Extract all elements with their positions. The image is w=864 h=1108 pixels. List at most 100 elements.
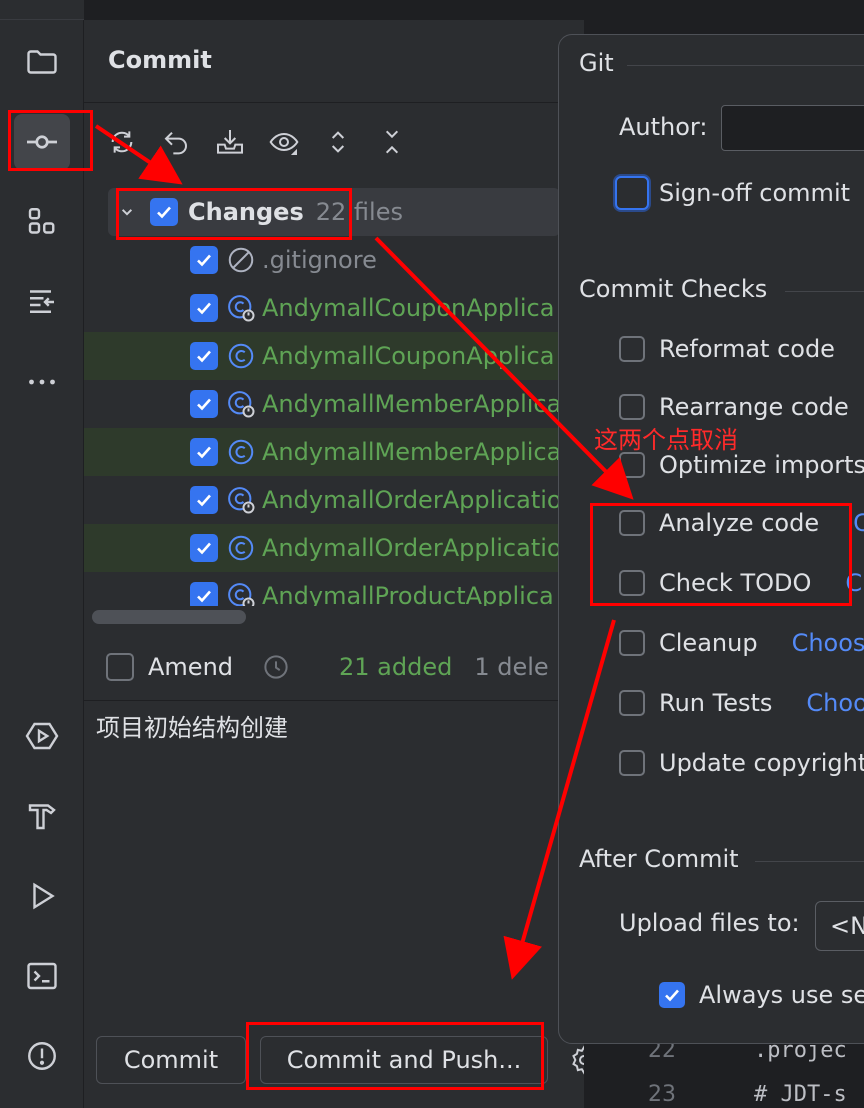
- services-icon[interactable]: [14, 708, 70, 764]
- upload-server-select[interactable]: <N: [815, 901, 864, 951]
- refresh-icon[interactable]: [104, 124, 140, 160]
- check-label: Optimize imports: [659, 451, 864, 479]
- run-icon[interactable]: [14, 868, 70, 924]
- file-name: AndymallOrderApplicatio: [262, 534, 560, 562]
- file-name: AndymallOrderApplicatio: [262, 486, 560, 514]
- check-label: Reformat code: [659, 335, 835, 363]
- horizontal-scrollbar[interactable]: [92, 610, 246, 624]
- annotation-box-commit-tab: [8, 110, 93, 171]
- sign-off-checkbox[interactable]: [615, 176, 649, 210]
- file-checkbox[interactable]: [190, 294, 218, 322]
- check-checkbox[interactable]: [619, 336, 645, 362]
- class-icon: [226, 533, 256, 563]
- commit-checks-title: Commit Checks: [579, 275, 768, 303]
- commit-button[interactable]: Commit: [96, 1036, 246, 1084]
- check-checkbox[interactable]: [619, 750, 645, 776]
- shelve-icon[interactable]: [212, 124, 248, 160]
- structure-icon[interactable]: [14, 194, 70, 250]
- deleted-count: 1 dele: [474, 653, 549, 681]
- file-row[interactable]: .gitignore: [190, 236, 560, 284]
- check-checkbox[interactable]: [619, 394, 645, 420]
- file-row[interactable]: AndymallProductApplica: [190, 572, 560, 606]
- divider: [84, 102, 584, 103]
- build-icon[interactable]: [14, 788, 70, 844]
- class-icon: [226, 341, 256, 371]
- file-name: AndymallMemberApplica: [262, 438, 560, 466]
- file-row[interactable]: AndymallMemberApplica: [190, 380, 560, 428]
- configure-link[interactable]: Choo: [806, 689, 864, 717]
- rollback-icon[interactable]: [158, 124, 194, 160]
- file-checkbox[interactable]: [190, 534, 218, 562]
- always-use-label: Always use se: [699, 981, 864, 1009]
- problems-icon[interactable]: [14, 1028, 70, 1084]
- class-icon: [226, 437, 256, 467]
- pull-requests-icon[interactable]: [14, 274, 70, 330]
- file-row[interactable]: AndymallOrderApplicatio: [84, 524, 560, 572]
- configure-link[interactable]: C: [853, 509, 864, 537]
- file-row[interactable]: AndymallCouponApplica: [190, 284, 560, 332]
- annotation-note: 这两个点取消: [594, 426, 738, 454]
- commit-message-input[interactable]: 项目初始结构创建: [96, 708, 288, 743]
- always-use-checkbox[interactable]: [659, 982, 685, 1008]
- amend-row: Amend 21 added 1 dele: [106, 650, 582, 684]
- file-row[interactable]: AndymallMemberApplica: [84, 428, 560, 476]
- file-checkbox[interactable]: [190, 390, 218, 418]
- class-run-icon: [226, 485, 256, 515]
- check-checkbox[interactable]: [619, 452, 645, 478]
- commit-panel: Commit Changes 22 files .gitignore Andym…: [84, 20, 596, 1108]
- file-name: AndymallCouponApplica: [262, 294, 555, 322]
- divider: [627, 65, 864, 66]
- file-row[interactable]: AndymallOrderApplicatio: [190, 476, 560, 524]
- commit-toolbar: [104, 124, 410, 160]
- check-row[interactable]: Run Tests Choo: [619, 687, 864, 719]
- expand-all-icon[interactable]: [320, 124, 356, 160]
- ignored-icon: [226, 245, 256, 275]
- check-row[interactable]: Update copyright: [619, 747, 864, 779]
- check-row[interactable]: Reformat code: [619, 333, 835, 365]
- file-checkbox[interactable]: [190, 342, 218, 370]
- code-line: # JDT-s: [754, 1082, 847, 1107]
- check-label: Run Tests: [659, 689, 773, 717]
- sign-off-row[interactable]: Sign-off commit: [615, 176, 850, 210]
- annotation-box-checks: [590, 503, 852, 606]
- panel-title: Commit: [108, 46, 212, 74]
- file-checkbox[interactable]: [190, 246, 218, 274]
- file-name: AndymallMemberApplica: [262, 390, 560, 418]
- file-checkbox[interactable]: [190, 438, 218, 466]
- class-run-icon: [226, 581, 256, 606]
- divider: [785, 291, 864, 292]
- class-run-icon: [226, 293, 256, 323]
- more-icon[interactable]: [14, 354, 70, 410]
- upload-files-label: Upload files to:: [619, 909, 800, 937]
- author-label: Author:: [619, 113, 708, 141]
- check-checkbox[interactable]: [619, 690, 645, 716]
- check-row[interactable]: Cleanup Choos: [619, 627, 864, 659]
- configure-link[interactable]: Choos: [792, 629, 864, 657]
- file-checkbox[interactable]: [190, 486, 218, 514]
- file-name: .gitignore: [262, 246, 377, 274]
- amend-checkbox[interactable]: [106, 653, 134, 681]
- check-label: Rearrange code: [659, 393, 849, 421]
- author-input[interactable]: [721, 105, 864, 151]
- git-section-title: Git: [579, 49, 614, 77]
- file-name: AndymallProductApplica: [262, 582, 554, 606]
- preview-icon[interactable]: [266, 124, 302, 160]
- always-use-row[interactable]: Always use se: [659, 979, 864, 1011]
- class-run-icon: [226, 389, 256, 419]
- collapse-all-icon[interactable]: [374, 124, 410, 160]
- file-name: AndymallCouponApplica: [262, 342, 555, 370]
- file-row[interactable]: AndymallCouponApplica: [84, 332, 560, 380]
- changes-tree: Changes 22 files .gitignore AndymallCoupo…: [84, 186, 560, 606]
- check-row[interactable]: Rearrange code: [619, 391, 849, 423]
- line-number: 23: [648, 1082, 676, 1107]
- annotation-box-commit-push: [246, 1022, 544, 1090]
- file-checkbox[interactable]: [190, 582, 218, 606]
- divider: [755, 861, 864, 862]
- commit-history-icon[interactable]: [261, 652, 291, 682]
- divider: [84, 700, 584, 701]
- folder-icon[interactable]: [14, 34, 70, 90]
- after-commit-title: After Commit: [579, 845, 739, 873]
- terminal-icon[interactable]: [14, 948, 70, 1004]
- title-bar: [0, 0, 84, 20]
- check-checkbox[interactable]: [619, 630, 645, 656]
